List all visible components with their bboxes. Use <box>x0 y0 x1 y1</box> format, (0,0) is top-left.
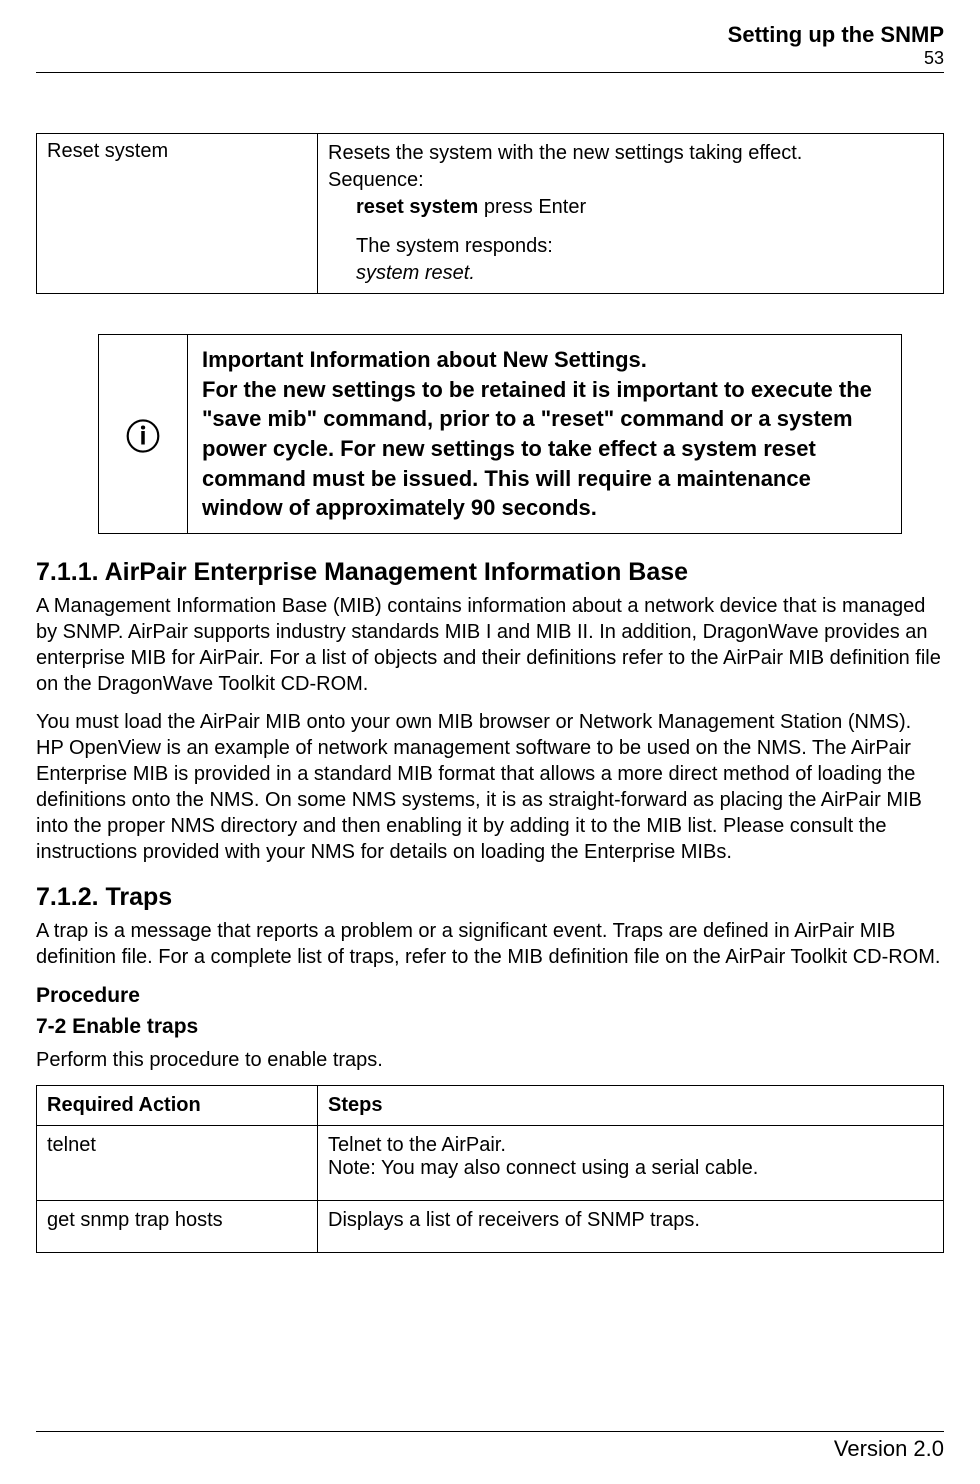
command-rest: press Enter <box>478 196 586 218</box>
info-callout: ⓘ Important Information about New Settin… <box>98 334 902 534</box>
callout-container: ⓘ Important Information about New Settin… <box>36 334 944 534</box>
description-cell: Resets the system with the new settings … <box>318 134 944 294</box>
page-footer: Version 2.0 <box>36 1431 944 1462</box>
action-cell: Reset system <box>37 134 318 294</box>
table-row: telnet Telnet to the AirPair. Note: You … <box>37 1125 944 1200</box>
info-icon: ⓘ <box>99 335 188 534</box>
command-line: reset system press Enter <box>328 194 933 221</box>
header-rule <box>36 72 944 73</box>
version-label: Version 2.0 <box>36 1436 944 1462</box>
steps-col-steps-header: Steps <box>318 1085 944 1125</box>
page-number: 53 <box>36 48 944 69</box>
steps-line: Telnet to the AirPair. <box>328 1134 506 1156</box>
section-heading-traps: 7.1.2. Traps <box>36 883 944 912</box>
enable-traps-steps-table: Required Action Steps telnet Telnet to t… <box>36 1085 944 1253</box>
response-text: system reset. <box>328 260 933 287</box>
steps-action-cell: telnet <box>37 1125 318 1200</box>
command-bold: reset system <box>356 196 478 218</box>
spacer <box>328 1180 933 1192</box>
steps-desc-cell: Displays a list of receivers of SNMP tra… <box>318 1200 944 1252</box>
table-row: ⓘ Important Information about New Settin… <box>99 335 902 534</box>
response-intro: The system responds: <box>328 233 933 260</box>
sequence-label: Sequence: <box>328 169 424 191</box>
table-row: get snmp trap hosts Displays a list of r… <box>37 1200 944 1252</box>
section-heading-mib: 7.1.1. AirPair Enterprise Management Inf… <box>36 558 944 587</box>
callout-text: Important Information about New Settings… <box>188 335 902 534</box>
section-para: A trap is a message that reports a probl… <box>36 918 944 970</box>
steps-line: Note: You may also connect using a seria… <box>328 1157 758 1179</box>
description-line: Resets the system with the new settings … <box>328 142 802 164</box>
spacer <box>328 221 933 233</box>
table-header-row: Required Action Steps <box>37 1085 944 1125</box>
steps-col-action-header: Required Action <box>37 1085 318 1125</box>
procedure-instruction: Perform this procedure to enable traps. <box>36 1047 944 1073</box>
reset-system-table: Reset system Resets the system with the … <box>36 133 944 294</box>
steps-line: Displays a list of receivers of SNMP tra… <box>328 1209 700 1231</box>
steps-action-cell: get snmp trap hosts <box>37 1200 318 1252</box>
callout-body: For the new settings to be retained it i… <box>202 377 872 521</box>
page-header-title: Setting up the SNMP <box>36 22 944 48</box>
steps-desc-cell: Telnet to the AirPair. Note: You may als… <box>318 1125 944 1200</box>
section-para: You must load the AirPair MIB onto your … <box>36 709 944 865</box>
footer-rule <box>36 1431 944 1432</box>
callout-title: Important Information about New Settings… <box>202 347 647 372</box>
procedure-number: 7-2 Enable traps <box>36 1013 944 1040</box>
table-row: Reset system Resets the system with the … <box>37 134 944 294</box>
section-para: A Management Information Base (MIB) cont… <box>36 593 944 697</box>
procedure-label: Procedure <box>36 982 944 1009</box>
spacer <box>328 1232 933 1244</box>
document-page: Setting up the SNMP 53 Reset system Rese… <box>0 0 980 1484</box>
